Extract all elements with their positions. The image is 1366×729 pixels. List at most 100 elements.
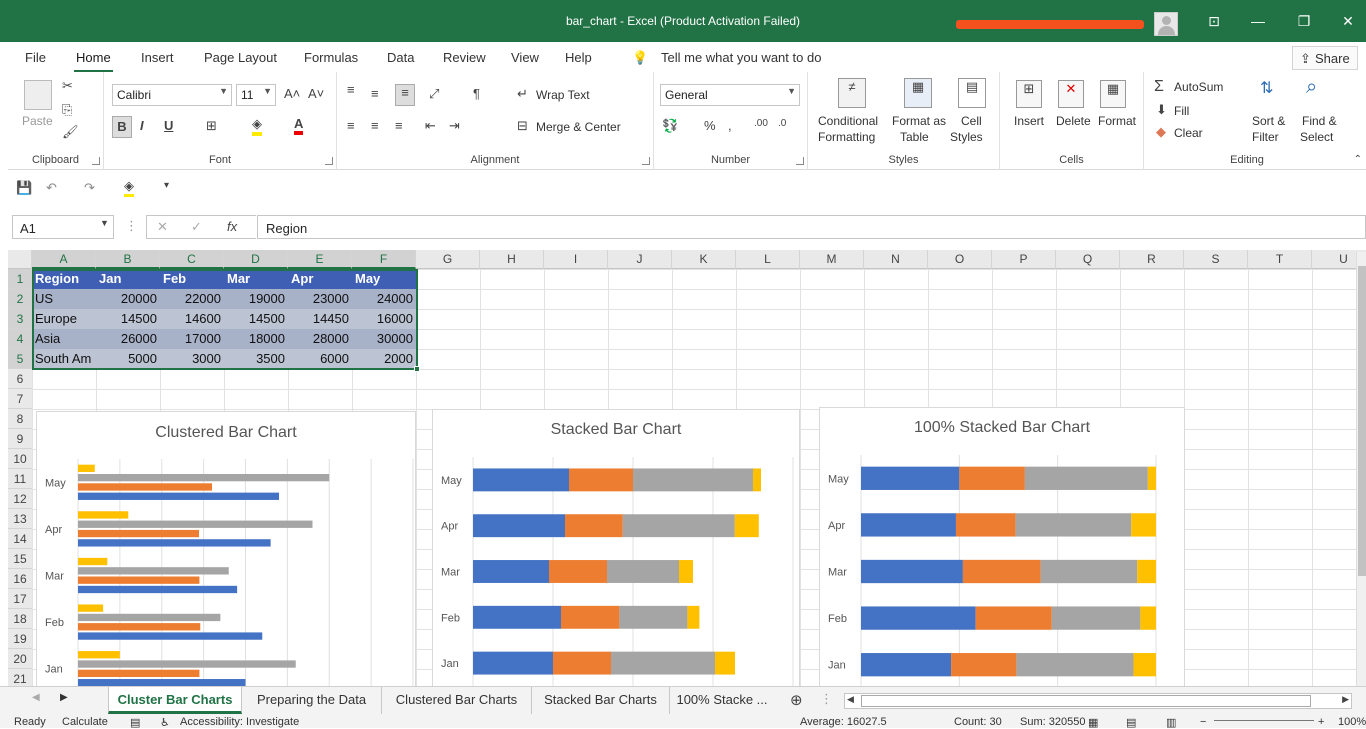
- decrease-indent-icon[interactable]: ⇤: [425, 118, 436, 134]
- align-center-icon[interactable]: ≡: [371, 118, 379, 133]
- number-format-select[interactable]: General ▼: [660, 84, 800, 106]
- column-header-p[interactable]: P: [992, 250, 1056, 269]
- row-header-18[interactable]: 18: [8, 609, 32, 629]
- sheet-tab-cluster-bar-charts[interactable]: Cluster Bar Charts: [108, 687, 242, 714]
- minimize-button[interactable]: —: [1248, 12, 1268, 30]
- text-direction-icon[interactable]: ¶: [473, 86, 480, 101]
- format-cells-icon[interactable]: ▦: [1100, 80, 1126, 108]
- find-select-button[interactable]: Find &: [1302, 114, 1337, 128]
- row-header-15[interactable]: 15: [8, 549, 32, 569]
- middle-align-icon[interactable]: ≡: [371, 86, 379, 101]
- column-header-o[interactable]: O: [928, 250, 992, 269]
- row-header-14[interactable]: 14: [8, 529, 32, 549]
- delete-cells-icon[interactable]: ✕: [1058, 80, 1084, 108]
- horizontal-scrollbar[interactable]: ◀ ▶: [844, 693, 1352, 709]
- column-header-s[interactable]: S: [1184, 250, 1248, 269]
- paste-icon[interactable]: [24, 80, 52, 110]
- clipboard-launcher-icon[interactable]: [92, 157, 100, 165]
- cell-styles-button[interactable]: Cell: [961, 114, 982, 128]
- stacked-bar-chart[interactable]: Stacked Bar Chart Jan Feb Mar Apr May: [432, 409, 800, 686]
- font-launcher-icon[interactable]: [325, 157, 333, 165]
- status-accessibility[interactable]: Accessibility: Investigate: [180, 716, 299, 728]
- column-header-c[interactable]: C: [160, 250, 224, 269]
- align-right-icon[interactable]: ≡: [395, 118, 403, 133]
- table-cell[interactable]: 14500: [96, 309, 160, 329]
- table-cell[interactable]: 6000: [288, 349, 352, 369]
- formula-input[interactable]: Region: [257, 215, 1366, 239]
- header-cell[interactable]: Mar: [224, 269, 288, 289]
- clear-button[interactable]: Clear: [1174, 126, 1203, 140]
- column-header-n[interactable]: N: [864, 250, 928, 269]
- tab-data[interactable]: Data: [387, 50, 414, 65]
- font-size-select[interactable]: 11 ▼: [236, 84, 276, 106]
- row-header-4[interactable]: 4: [8, 329, 32, 349]
- column-header-i[interactable]: I: [544, 250, 608, 269]
- save-icon[interactable]: 💾: [16, 180, 32, 196]
- header-cell[interactable]: Region: [32, 269, 96, 289]
- decrease-font-icon[interactable]: A˅: [308, 86, 324, 101]
- row-header-11[interactable]: 11: [8, 469, 32, 489]
- row-header-3[interactable]: 3: [8, 309, 32, 329]
- font-name-select[interactable]: Calibri ▼: [112, 84, 232, 106]
- italic-button[interactable]: I: [140, 118, 144, 133]
- borders-icon[interactable]: ⊞: [206, 118, 217, 134]
- tab-home[interactable]: Home: [74, 50, 113, 73]
- increase-font-icon[interactable]: A˄: [284, 86, 300, 101]
- font-color-icon[interactable]: A: [294, 116, 304, 135]
- cancel-icon[interactable]: ✕: [157, 219, 168, 235]
- format-button[interactable]: Format: [1098, 114, 1136, 128]
- sheet-tab-stacked-bar-charts[interactable]: Stacked Bar Charts: [532, 687, 670, 714]
- zoom-slider[interactable]: [1214, 720, 1314, 721]
- zoom-in-icon[interactable]: +: [1318, 716, 1324, 728]
- sheet-tab-preparing-data[interactable]: Preparing the Data: [242, 687, 382, 714]
- cell-styles-icon[interactable]: ▤: [958, 78, 986, 108]
- table-cell[interactable]: 19000: [224, 289, 288, 309]
- row-header-10[interactable]: 10: [8, 449, 32, 469]
- fill-button[interactable]: Fill: [1174, 104, 1189, 118]
- table-cell[interactable]: 14600: [160, 309, 224, 329]
- find-select-icon[interactable]: ⌕: [1306, 76, 1317, 99]
- status-calculate[interactable]: Calculate: [62, 716, 108, 728]
- sort-filter-button[interactable]: Sort &: [1252, 114, 1285, 128]
- tab-file[interactable]: File: [25, 50, 46, 65]
- table-cell[interactable]: 3000: [160, 349, 224, 369]
- page-break-view-icon[interactable]: ▥: [1166, 716, 1176, 729]
- table-cell[interactable]: 28000: [288, 329, 352, 349]
- column-header-t[interactable]: T: [1248, 250, 1312, 269]
- column-header-f[interactable]: F: [352, 250, 416, 269]
- column-header-k[interactable]: K: [672, 250, 736, 269]
- insert-button[interactable]: Insert: [1014, 114, 1044, 128]
- column-header-d[interactable]: D: [224, 250, 288, 269]
- avatar[interactable]: [1154, 12, 1178, 36]
- row-header-1[interactable]: 1: [8, 269, 32, 289]
- header-cell[interactable]: May: [352, 269, 416, 289]
- decrease-decimal-icon[interactable]: .0: [778, 118, 786, 129]
- table-cell[interactable]: 20000: [96, 289, 160, 309]
- row-header-16[interactable]: 16: [8, 569, 32, 589]
- ribbon-display-icon[interactable]: ⊡: [1204, 12, 1224, 30]
- sheet-tab-100-stacked[interactable]: 100% Stacke ...: [670, 687, 774, 714]
- tab-view[interactable]: View: [511, 50, 539, 65]
- autosum-icon[interactable]: Σ: [1154, 78, 1164, 96]
- scroll-left-icon[interactable]: ◀: [847, 694, 854, 705]
- tab-help[interactable]: Help: [565, 50, 592, 65]
- insert-function-icon[interactable]: fx: [227, 219, 237, 234]
- worksheet[interactable]: ABCDEFGHIJKLMNOPQRSTU 1 2 3 4 5 6 7 8 9 10 11 12 13 1…: [8, 250, 1366, 686]
- number-launcher-icon[interactable]: [796, 157, 804, 165]
- orientation-icon[interactable]: ⤢: [429, 86, 439, 102]
- table-cell[interactable]: 17000: [160, 329, 224, 349]
- column-header-l[interactable]: L: [736, 250, 800, 269]
- tab-formulas[interactable]: Formulas: [304, 50, 358, 65]
- paste-button[interactable]: Paste: [22, 114, 53, 128]
- prev-sheet-icon[interactable]: ◀: [32, 692, 40, 703]
- sort-filter-icon[interactable]: ⇅: [1260, 78, 1273, 98]
- table-cell[interactable]: 23000: [288, 289, 352, 309]
- column-header-q[interactable]: Q: [1056, 250, 1120, 269]
- normal-view-icon[interactable]: ▦: [1088, 716, 1098, 729]
- row-header-12[interactable]: 12: [8, 489, 32, 509]
- row-header-21[interactable]: 21: [8, 669, 32, 686]
- table-cell[interactable]: 16000: [352, 309, 416, 329]
- scroll-thumb[interactable]: [1358, 266, 1366, 576]
- restore-button[interactable]: ❐: [1294, 12, 1314, 30]
- row-header-6[interactable]: 6: [8, 369, 32, 389]
